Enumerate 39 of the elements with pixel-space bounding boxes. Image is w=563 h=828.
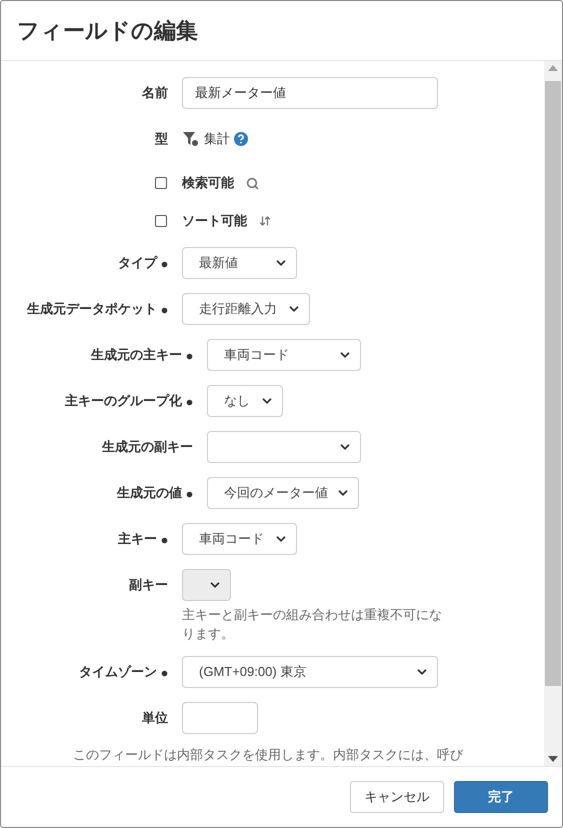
text-field[interactable]: 最新メーター値 (182, 77, 438, 109)
done-button[interactable]: 完了 (454, 781, 548, 813)
help-icon[interactable] (234, 132, 248, 146)
field-label: 生成元の副キー (102, 438, 193, 456)
text-field[interactable] (182, 702, 258, 734)
sort-icon (259, 215, 271, 227)
scroll-up-icon[interactable] (548, 65, 558, 71)
checkbox-label: ソート可能 (182, 212, 247, 230)
filter-icon (182, 131, 200, 147)
field-label: 型 (155, 130, 168, 148)
field-label: 副キー (129, 576, 168, 594)
field-label: タイムゾーン (79, 663, 157, 682)
select-field[interactable]: 走行距離入力 (182, 293, 310, 325)
field-label: 単位 (142, 709, 168, 728)
type-value: 集計 (204, 130, 230, 148)
select-field[interactable]: 車両コード (207, 339, 361, 371)
help-text: 主キーと副キーの組み合わせは重複不可になります。 (182, 606, 443, 643)
field-label: 名前 (142, 84, 168, 102)
select-field[interactable]: 車両コード (182, 523, 297, 555)
dialog-title: フィールドの編集 (17, 17, 198, 45)
field-label: 主キー (118, 530, 157, 548)
scrollbar[interactable] (544, 61, 562, 766)
field-label: タイプ (118, 254, 157, 272)
note-text: このフィールドは内部タスクを使用します。内部タスクには、呼び (72, 746, 464, 764)
select-field[interactable]: 今回のメーター値 (207, 477, 359, 509)
select-field[interactable] (207, 431, 361, 463)
select-field[interactable]: 最新値 (182, 247, 297, 279)
field-label: 生成元の主キー (91, 346, 182, 364)
checkbox-label: 検索可能 (182, 174, 234, 192)
field-label: 主キーのグループ化 (65, 392, 182, 410)
scroll-down-icon[interactable] (548, 756, 558, 762)
search-icon (246, 176, 259, 190)
field-label: 生成元の値 (117, 484, 182, 502)
select-field[interactable]: なし (207, 385, 283, 417)
cancel-button[interactable]: キャンセル (350, 781, 444, 813)
checkbox[interactable] (155, 215, 167, 227)
checkbox[interactable] (155, 177, 167, 189)
select-field[interactable]: (GMT+09:00) 東京 (182, 656, 438, 688)
field-label: 生成元データポケット (27, 300, 157, 318)
